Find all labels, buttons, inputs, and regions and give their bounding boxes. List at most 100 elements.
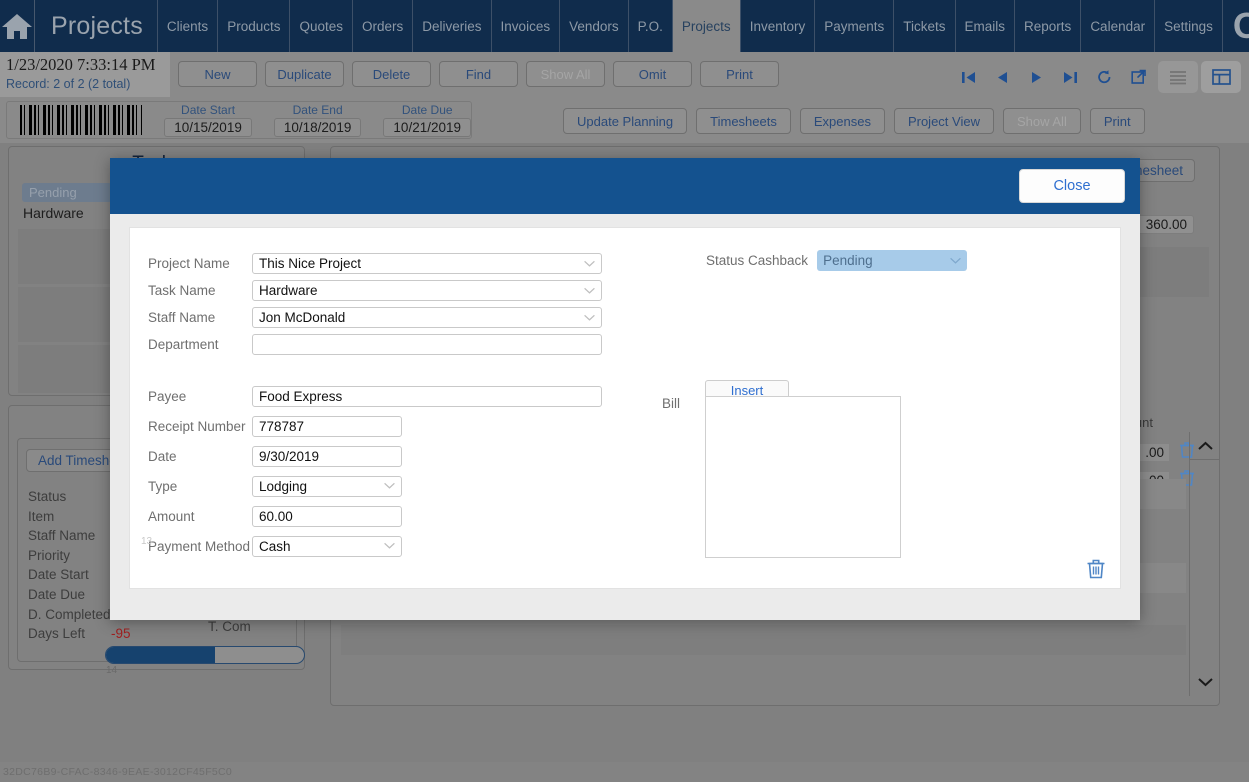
timesheets-button[interactable]: Timesheets	[696, 108, 791, 134]
field-label: Payment Method	[148, 538, 251, 554]
field-label: Payee	[148, 388, 187, 404]
last-record-icon[interactable]	[1053, 63, 1087, 91]
chevron-down-icon	[950, 257, 961, 264]
amount-input[interactable]: 60.00	[252, 505, 402, 527]
nav-tab-quotes[interactable]: Quotes	[290, 0, 353, 52]
page-title: Projects	[51, 11, 143, 40]
field-value: 60.00	[259, 508, 293, 524]
field-value: 778787	[259, 418, 305, 434]
form-row: Amount 60.00	[148, 501, 618, 531]
field-label: Department	[148, 337, 219, 352]
receipt-number-input[interactable]: 778787	[252, 415, 402, 437]
field-label: D. Completed	[28, 606, 111, 622]
field-value: This Nice Project	[259, 256, 362, 271]
nav-tab-settings[interactable]: Settings	[1155, 0, 1223, 52]
duplicate-button[interactable]: Duplicate	[265, 61, 344, 87]
bill-label: Bill	[662, 396, 681, 411]
field-label: Date Due	[28, 586, 86, 602]
nav-tab-emails[interactable]: Emails	[956, 0, 1016, 52]
grid-scroll-column	[1189, 432, 1220, 696]
nav-tab-invoices[interactable]: Invoices	[492, 0, 561, 52]
previous-record-icon[interactable]	[985, 63, 1019, 91]
nav-tab-projects[interactable]: Projects	[672, 0, 741, 52]
print-button[interactable]: Print	[700, 61, 779, 87]
chevron-down-icon	[584, 287, 595, 294]
task-name-select[interactable]: Hardware	[252, 280, 602, 301]
trash-icon[interactable]	[1086, 558, 1106, 585]
field-label: Project Name	[148, 256, 230, 271]
nav-tab-products[interactable]: Products	[218, 0, 291, 52]
top-navbar: Projects Clients Products Quotes Orders Deli…	[0, 0, 1249, 52]
nav-tab-p-o[interactable]: P.O.	[629, 0, 673, 52]
record-timestamp: 1/23/2020 7:33:14 PM	[6, 55, 156, 74]
date-due-value[interactable]: 10/21/2019	[383, 118, 471, 137]
project-view-button[interactable]: Project View	[893, 108, 994, 134]
form-row: Task Name Hardware	[148, 277, 618, 304]
date-end-label: Date End	[292, 103, 343, 117]
form-row: Type Lodging	[148, 471, 618, 501]
nav-tab-tickets[interactable]: Tickets	[894, 0, 956, 52]
find-button[interactable]: Find	[439, 61, 518, 87]
project-name-select[interactable]: This Nice Project	[252, 253, 602, 274]
date-due-label: Date Due	[401, 103, 453, 117]
nav-tab-orders[interactable]: Orders	[353, 0, 414, 52]
home-button[interactable]	[0, 0, 35, 52]
field-value: 9/30/2019	[259, 448, 320, 464]
expense-dialog: Close Project Name This Nice Project Task …	[110, 158, 1140, 620]
field-value: Hardware	[259, 283, 318, 298]
record-info: 1/23/2020 7:33:14 PM Record: 2 of 2 (2 t…	[0, 52, 170, 97]
date-end-value[interactable]: 10/18/2019	[273, 118, 362, 137]
nav-tab-calendar[interactable]: Calendar	[1081, 0, 1156, 52]
print-button[interactable]: Print	[1089, 108, 1145, 134]
expenses-button[interactable]: Expenses	[799, 108, 885, 134]
nav-tab-deliveries[interactable]: Deliveries	[413, 0, 492, 52]
show-all-button: Show All	[526, 61, 605, 87]
field-label: Date	[148, 448, 177, 464]
delete-button[interactable]: Delete	[352, 61, 431, 87]
nav-tab-vendors[interactable]: Vendors	[560, 0, 629, 52]
next-record-icon[interactable]	[1019, 63, 1053, 91]
form-row: Department	[148, 331, 618, 358]
date-input[interactable]: 9/30/2019	[252, 445, 402, 467]
staff-name-select[interactable]: Jon McDonald	[252, 307, 602, 328]
open-external-icon[interactable]	[1121, 63, 1155, 91]
new-button[interactable]: New	[178, 61, 257, 87]
field-value: Cash	[259, 538, 291, 554]
omit-button[interactable]: Omit	[613, 61, 692, 87]
field-label: Item	[28, 508, 55, 524]
table-view-icon[interactable]	[1201, 61, 1241, 93]
chevron-down-icon[interactable]	[1190, 668, 1220, 696]
form-row: Date 9/30/2019	[148, 441, 618, 471]
app-logo: OSqin . C rm om	[1223, 0, 1249, 52]
department-input[interactable]	[252, 334, 602, 355]
bill-attachment-area[interactable]	[705, 396, 901, 558]
form-row: Payee Food Express	[148, 381, 618, 411]
type-select[interactable]: Lodging	[252, 475, 402, 497]
chevron-up-icon[interactable]	[1190, 432, 1220, 460]
record-action-buttons: New Duplicate Delete Find Show All Omit Print	[178, 61, 779, 87]
status-cashback-select[interactable]: Pending	[817, 250, 968, 271]
show-all-button: Show All	[1002, 108, 1081, 134]
date-due-field: Date Due 10/21/2019	[383, 103, 471, 137]
nav-tab-reports[interactable]: Reports	[1015, 0, 1082, 52]
list-view-icon[interactable]	[1158, 61, 1198, 93]
record-uuid: 32DC76B9-CFAC-8346-9EAE-3012CF45F5C0	[3, 766, 233, 778]
field-value: Food Express	[259, 388, 343, 404]
payee-input[interactable]: Food Express	[252, 385, 602, 407]
detail-band	[341, 625, 1186, 655]
date-start-label: Date Start	[181, 103, 236, 117]
update-planning-button[interactable]: Update Planning	[563, 108, 688, 134]
field-label: Days Left	[28, 626, 86, 642]
first-record-icon[interactable]	[951, 63, 985, 91]
nav-tab-clients[interactable]: Clients	[156, 0, 219, 52]
close-button[interactable]: Close	[1019, 169, 1125, 203]
payment-method-select[interactable]: Cash	[252, 535, 402, 557]
nav-tab-inventory[interactable]: Inventory	[741, 0, 816, 52]
date-start-value[interactable]: 10/15/2019	[164, 118, 252, 137]
date-start-field: Date Start 10/15/2019	[164, 103, 252, 137]
dialog-left-form: Project Name This Nice Project Task Name Ha…	[148, 250, 618, 561]
field-label: Date Start	[28, 567, 89, 583]
nav-tab-payments[interactable]: Payments	[815, 0, 895, 52]
refresh-icon[interactable]	[1087, 63, 1121, 91]
form-row: Staff Name Jon McDonald	[148, 304, 618, 331]
